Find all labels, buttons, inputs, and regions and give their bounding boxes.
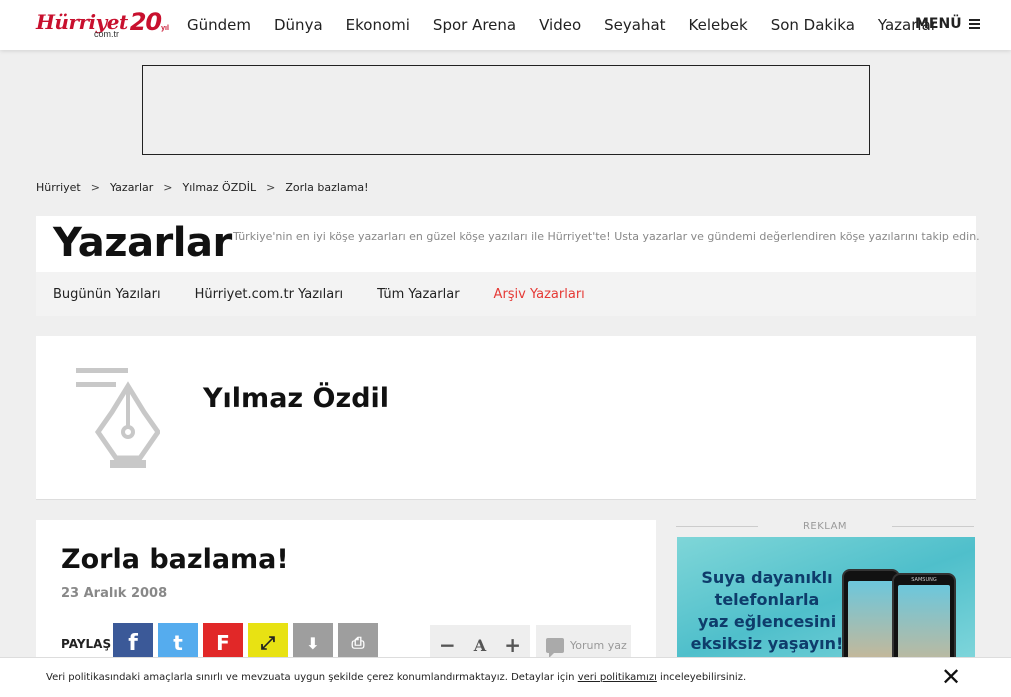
twitter-icon: t: [173, 631, 183, 655]
ad-label-row: REKLAM: [676, 519, 974, 535]
flipboard-icon: F: [216, 631, 230, 655]
font-size-label: A: [473, 635, 487, 655]
print-icon: ⎙: [351, 633, 365, 652]
section-tabs: Bugünün Yazıları Hürriyet.com.tr Yazılar…: [36, 272, 976, 316]
promo-line: eksiksiz yaşayın!: [690, 634, 844, 653]
logo-anniversary-suffix: yıl: [161, 25, 169, 32]
breadcrumb-separator: >: [266, 181, 276, 194]
main-nav: Gündem Dünya Ekonomi Spor Arena Video Se…: [187, 16, 960, 34]
nav-item-video[interactable]: Video: [539, 16, 581, 34]
article-title: Zorla bazlama!: [61, 544, 289, 575]
promo-headline: Suya dayanıklı telefonlarla yaz eğlences…: [687, 567, 847, 655]
tab-bugunun-yazilari[interactable]: Bugünün Yazıları: [53, 287, 161, 302]
author-name[interactable]: Yılmaz Özdil: [203, 383, 389, 414]
phone-brand: SAMSUNG: [911, 577, 937, 583]
write-comment-label: Yorum yaz: [570, 638, 627, 652]
promo-line: yaz eğlencesini: [697, 612, 837, 631]
author-card: Yılmaz Özdil: [36, 336, 976, 500]
hamburger-icon: [968, 19, 980, 29]
breadcrumb-current: Zorla bazlama!: [285, 181, 369, 194]
cookie-text-before: Veri politikasındaki amaçlarla sınırlı v…: [46, 672, 575, 683]
cookie-message: Veri politikasındaki amaçlarla sınırlı v…: [46, 672, 746, 683]
ad-divider-right: [892, 526, 974, 527]
menu-label: MENÜ: [915, 16, 962, 32]
promo-line: Suya dayanıklı: [701, 568, 833, 587]
logo-domain: com.tr: [94, 29, 120, 39]
section-header: Yazarlar Türkiye'nin en iyi köşe yazarla…: [36, 216, 980, 272]
menu-button[interactable]: MENÜ: [915, 16, 980, 32]
breadcrumb-separator: >: [163, 181, 173, 194]
share-label: PAYLAŞ: [61, 637, 112, 651]
breadcrumb-yazarlar[interactable]: Yazarlar: [110, 181, 153, 194]
nav-item-spor-arena[interactable]: Spor Arena: [433, 16, 516, 34]
comment-icon: [546, 637, 564, 658]
cookie-text-after: inceleyebilirsiniz.: [660, 672, 747, 683]
cookie-consent-bar: Veri politikasındaki amaçlarla sınırlı v…: [0, 657, 1011, 697]
close-icon[interactable]: ✕: [940, 665, 962, 689]
hurriyet-logo[interactable]: Hürriyet com.tr 20 yıl: [36, 8, 169, 39]
top-ad-banner[interactable]: [142, 65, 870, 155]
font-increase-button[interactable]: +: [504, 633, 521, 657]
top-navbar: Hürriyet com.tr 20 yıl Gündem Dünya Ekon…: [0, 0, 1011, 50]
nav-item-ekonomi[interactable]: Ekonomi: [346, 16, 410, 34]
section-description: Türkiye'nin en iyi köşe yazarları en güz…: [233, 230, 980, 243]
promo-line: telefonlarla: [714, 590, 820, 609]
breadcrumb-home[interactable]: Hürriyet: [36, 181, 81, 194]
logo-anniversary: 20: [129, 8, 162, 36]
fullscreen-icon: ⤢: [260, 632, 276, 654]
nav-item-seyahat[interactable]: Seyahat: [604, 16, 665, 34]
breadcrumb-author[interactable]: Yılmaz ÖZDİL: [183, 181, 257, 194]
nav-item-son-dakika[interactable]: Son Dakika: [771, 16, 855, 34]
nav-item-dunya[interactable]: Dünya: [274, 16, 323, 34]
section-title: Yazarlar: [53, 220, 232, 266]
nav-item-kelebek[interactable]: Kelebek: [689, 16, 748, 34]
article-date: 23 Aralık 2008: [61, 586, 168, 601]
font-decrease-button[interactable]: −: [439, 633, 456, 657]
tab-hurriyet-yazilari[interactable]: Hürriyet.com.tr Yazıları: [195, 287, 344, 302]
tab-tum-yazarlar[interactable]: Tüm Yazarlar: [377, 287, 459, 302]
privacy-policy-link[interactable]: veri politikamızı: [578, 672, 657, 683]
nav-item-gundem[interactable]: Gündem: [187, 16, 251, 34]
facebook-icon: f: [128, 630, 138, 656]
tab-arsiv-yazarlari[interactable]: Arşiv Yazarları: [494, 287, 585, 302]
breadcrumb: Hürriyet > Yazarlar > Yılmaz ÖZDİL > Zor…: [36, 181, 369, 194]
download-icon: ⬇: [306, 633, 320, 653]
pen-nib-icon: [76, 368, 160, 468]
breadcrumb-separator: >: [90, 181, 100, 194]
